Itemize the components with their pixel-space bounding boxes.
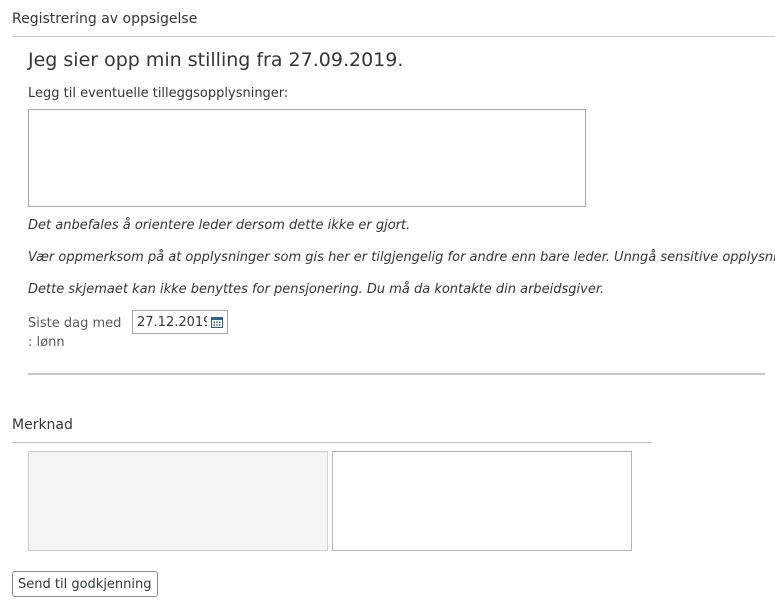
section-underline <box>12 36 775 37</box>
last-day-date-input[interactable] <box>133 311 207 333</box>
note-pension-warning: Dette skjemaet kan ikke benyttes for pen… <box>28 282 605 297</box>
last-day-label: Siste dag med : lønn <box>28 316 122 350</box>
resignation-headline: Jeg sier opp min stilling fra 27.09.2019… <box>28 49 404 71</box>
note-inform-manager: Det anbefales å orientere leder dersom d… <box>28 218 411 233</box>
calendar-icon[interactable] <box>210 315 224 329</box>
additional-info-label: Legg til eventuelle tilleggsopplysninger… <box>28 86 289 101</box>
send-for-approval-button[interactable]: Send til godkjenning <box>12 571 158 597</box>
section-underline <box>12 442 652 443</box>
section-title-remarks: Merknad <box>12 417 73 433</box>
remarks-panel-input[interactable] <box>332 451 632 551</box>
note-visibility-warning: Vær oppmerksom på at opplysninger som gi… <box>28 250 775 265</box>
section-title-registration: Registrering av oppsigelse <box>12 11 198 27</box>
form-divider <box>28 373 765 375</box>
last-day-date-picker[interactable] <box>132 310 228 334</box>
remarks-panel-readonly <box>28 451 328 551</box>
additional-info-textarea[interactable] <box>28 109 586 207</box>
